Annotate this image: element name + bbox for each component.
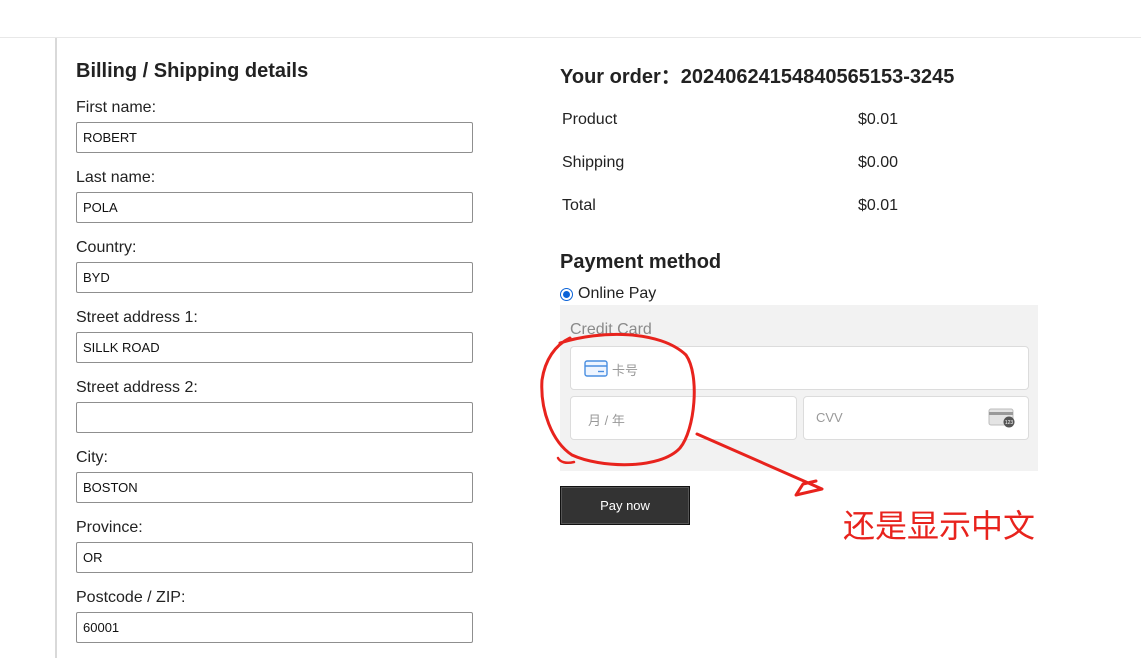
cvv-placeholder: CVV (816, 410, 843, 425)
left-divider (55, 38, 57, 658)
cvv-card-icon: 123 (988, 408, 1016, 433)
online-pay-radio[interactable] (560, 288, 573, 301)
order-row-label: Total (562, 197, 596, 214)
order-row-label: Product (562, 111, 618, 128)
postcode-input[interactable]: 60001 (76, 612, 473, 643)
order-title: Your order：20240624154840565153-3245 (560, 66, 955, 88)
street-address-2-label: Street address 2: (76, 379, 198, 396)
postcode-label: Postcode / ZIP: (76, 589, 186, 606)
expiry-field[interactable]: 月 / 年 (570, 396, 797, 440)
billing-title: Billing / Shipping details (76, 60, 309, 82)
street-address-1-label: Street address 1: (76, 309, 198, 326)
order-row-label: Shipping (562, 154, 625, 171)
province-input[interactable]: OR (76, 542, 473, 573)
order-row-amount: $0.01 (858, 197, 899, 214)
online-pay-label[interactable]: Online Pay (578, 285, 656, 303)
city-label: City: (76, 449, 108, 466)
order-row-amount: $0.00 (858, 154, 899, 171)
expiry-placeholder: 月 / 年 (588, 413, 625, 428)
city-input[interactable]: BOSTON (76, 472, 473, 503)
first-name-input[interactable]: ROBERT (76, 122, 473, 153)
country-label: Country: (76, 239, 137, 256)
payment-method-title: Payment method (560, 251, 722, 273)
cvv-icon-text: 123 (1005, 420, 1014, 426)
last-name-label: Last name: (76, 169, 156, 186)
annotation-text: 还是显示中文 (843, 507, 1036, 545)
order-row-amount: $0.01 (858, 111, 899, 128)
province-label: Province: (76, 519, 143, 536)
pay-now-button[interactable]: Pay now (560, 486, 690, 525)
card-number-field[interactable]: 卡号 (570, 346, 1029, 390)
street-address-2-input[interactable] (76, 402, 473, 433)
first-name-label: First name: (76, 99, 157, 116)
street-address-1-input[interactable]: SILLK ROAD (76, 332, 473, 363)
credit-card-icon (584, 360, 608, 382)
top-bar (0, 0, 1141, 38)
country-input[interactable]: BYD (76, 262, 473, 293)
card-number-placeholder: 卡号 (612, 363, 639, 378)
credit-card-title: Credit Card (570, 321, 652, 338)
cvv-field[interactable]: CVV 123 (803, 396, 1029, 440)
last-name-input[interactable]: POLA (76, 192, 473, 223)
